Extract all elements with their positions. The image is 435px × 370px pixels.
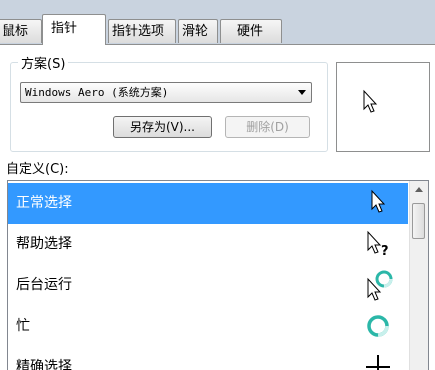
arrow-pointer-icon — [371, 189, 386, 213]
scheme-select[interactable]: Windows Aero (系统方案) — [20, 82, 312, 103]
delete-button[interactable]: 删除(D) — [225, 116, 310, 138]
list-item-busy[interactable]: 忙 — [8, 306, 408, 347]
scheme-select-value: Windows Aero (系统方案) — [25, 86, 169, 99]
tab-strip: 鼠标键 指针 指针选项 滑轮 硬件 — [0, 0, 435, 63]
save-as-button[interactable]: 另存为(V)... — [113, 116, 212, 138]
list-item-help-select[interactable]: 帮助选择 ? — [8, 224, 408, 265]
tab-pointer-options[interactable]: 指针选项 — [108, 19, 176, 43]
working-in-background-icon — [367, 270, 393, 301]
tab-hardware[interactable]: 硬件 — [220, 19, 282, 43]
scheme-label: 方案(S) — [18, 53, 69, 72]
list-item-normal-select[interactable]: 正常选择 — [8, 183, 408, 224]
scroll-up-arrow-icon[interactable] — [415, 187, 423, 192]
cursor-list[interactable]: 正常选择 帮助选择 ? 后台运行 忙 精确选择 — [7, 180, 429, 370]
help-select-icon: ? — [367, 230, 389, 259]
cursor-preview — [336, 62, 430, 152]
tab-wheel[interactable]: 滑轮 — [178, 19, 218, 43]
scheme-group — [10, 62, 328, 152]
precision-select-icon — [366, 355, 390, 370]
dropdown-arrow-icon[interactable] — [298, 90, 306, 95]
tab-pointers[interactable]: 指针 — [42, 14, 106, 45]
customize-label: 自定义(C): — [6, 162, 69, 177]
list-scrollbar[interactable] — [409, 181, 428, 370]
list-item-precision-select[interactable]: 精确选择 — [8, 347, 408, 370]
busy-icon — [367, 315, 389, 337]
list-item-working-in-background[interactable]: 后台运行 — [8, 265, 408, 306]
tab-buttons[interactable]: 鼠标键 — [0, 19, 42, 63]
svg-text:?: ? — [381, 244, 389, 259]
arrow-pointer-icon — [363, 89, 378, 113]
scroll-thumb[interactable] — [412, 203, 425, 239]
